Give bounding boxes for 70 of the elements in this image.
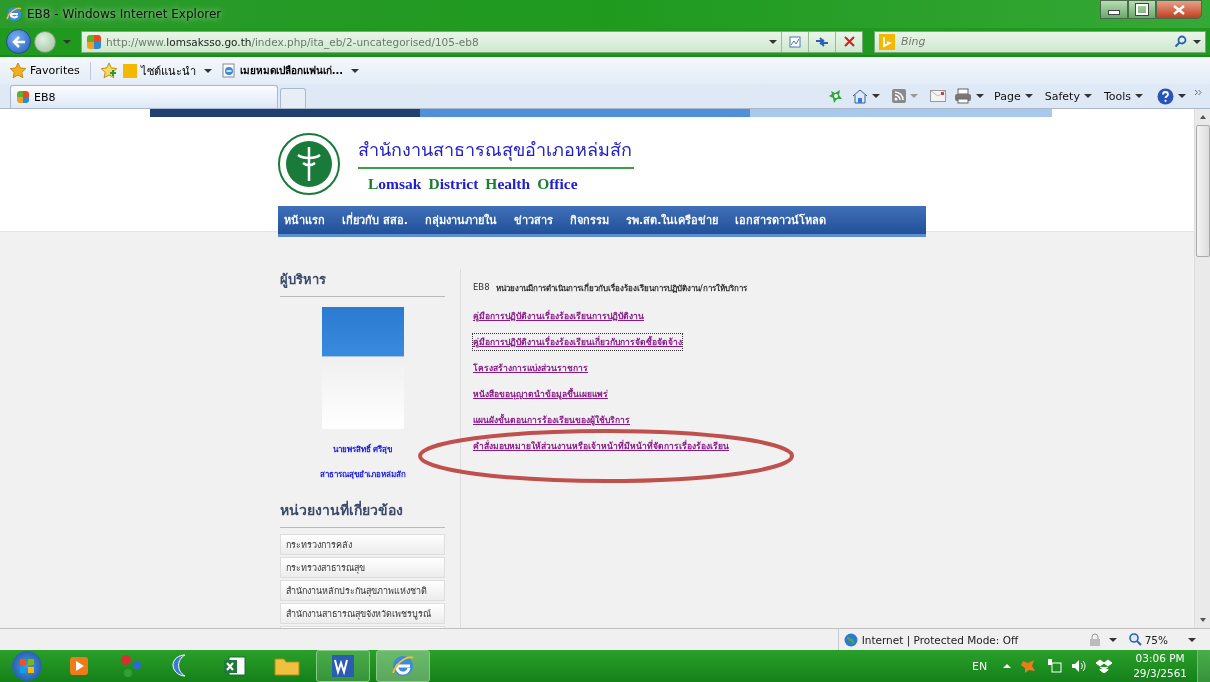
related-link[interactable]: กระทรวงสาธารณสุข <box>280 557 445 578</box>
globe-icon <box>843 632 858 647</box>
sidebar-heading: หน่วยงานที่เกี่ยวข้อง <box>280 499 445 528</box>
nav-link[interactable]: รพ.สต.ในเครือข่าย <box>626 211 719 229</box>
magnifier-icon <box>1128 633 1142 646</box>
document-link[interactable]: คู่มือการปฏิบัติงานเรื่องร้องเรียนการปฏิบัติงาน <box>473 308 644 324</box>
back-button[interactable] <box>6 29 31 54</box>
related-link[interactable]: กระทรวงการคลัง <box>280 534 445 555</box>
browser-tab[interactable]: EB8 <box>10 85 278 108</box>
document-link[interactable]: โครงสร้างการแบ่งส่วนราชการ <box>473 360 588 376</box>
search-icon[interactable] <box>1174 35 1187 48</box>
network-icon[interactable] <box>1046 658 1063 674</box>
star-icon <box>10 63 26 78</box>
close-icon <box>1173 4 1185 15</box>
search-field[interactable]: Bing <box>899 34 1174 49</box>
word-processor-icon[interactable] <box>316 650 370 682</box>
scrollbar[interactable] <box>1194 109 1210 628</box>
minimize-button[interactable] <box>1100 0 1128 19</box>
browser-icon[interactable] <box>376 650 430 682</box>
language-indicator[interactable]: EN <box>971 659 988 673</box>
print-icon[interactable] <box>954 88 973 104</box>
mail-icon[interactable] <box>930 90 947 102</box>
search-box[interactable]: Bing <box>874 30 1206 53</box>
search-provider-icon <box>879 33 895 50</box>
box-icon[interactable] <box>1096 659 1113 673</box>
zoom-button[interactable]: 75% <box>1128 633 1168 646</box>
nav-link[interactable]: ข่าวสาร <box>514 211 553 229</box>
nav-link[interactable]: เอกสารดาวน์โหลด <box>735 211 827 229</box>
feed-icon[interactable] <box>892 89 907 103</box>
nav-link[interactable]: กลุ่มงานภายใน <box>425 211 497 229</box>
section-heading: หน่วยงานมีการดำเนินการเกี่ยวกับเรื่องร้องเรียนการปฏิบัติงาน/การให้บริการ <box>495 282 747 295</box>
address-field[interactable]: http://www.lomsaksso.go.th/index.php/ita_eb/2-uncategorised/105-eb8 <box>81 30 863 53</box>
suggested-sites-button[interactable]: ไซต์แนะนำ <box>122 61 216 80</box>
home-icon[interactable] <box>852 88 869 104</box>
section-code: EB8 <box>473 282 490 294</box>
person-title: สาธารณสุขอำเภอหล่มสัก <box>318 469 407 481</box>
show-hidden-icons-icon[interactable] <box>1003 664 1012 668</box>
speaker-icon[interactable] <box>1071 659 1088 673</box>
document-link[interactable]: แผนผังขั้นตอนการร้องเรียนของผู้ใช้บริการ <box>473 412 630 428</box>
person-name: นายพรสิทธิ์ ศรีสุข <box>331 443 394 456</box>
related-link[interactable]: สำนักงานหลักประกันสุขภาพแห่งชาติ <box>280 580 445 601</box>
shield-icon[interactable] <box>828 88 845 104</box>
arrow-left-icon <box>11 35 26 48</box>
web-slice-button[interactable]: เมยหมดเปลือกแฟนเก่... <box>221 63 364 78</box>
start-button[interactable] <box>12 651 42 681</box>
menu-button[interactable]: Page <box>988 89 1039 103</box>
site-subtitle: Lomsak District Health Office <box>367 175 579 193</box>
site-favicon-icon <box>87 34 101 49</box>
menu-button[interactable]: Tools <box>1097 89 1149 103</box>
add-favorite-icon[interactable] <box>100 63 117 78</box>
ministry-seal-icon <box>278 133 340 195</box>
nav-link[interactable]: หน้าแรก <box>284 211 325 229</box>
nav-link[interactable]: กิจกรรม <box>570 211 609 229</box>
browser-icon <box>6 6 22 22</box>
related-link[interactable]: สำนักงานสาธารณสุขจังหวัดเพชรบูรณ์ <box>280 603 445 624</box>
maximize-button[interactable] <box>1128 0 1156 19</box>
clock[interactable]: 03:06 PM 29/3/2561 <box>1133 651 1187 681</box>
favorites-button[interactable]: Favorites <box>10 63 80 78</box>
document-link[interactable]: คู่มือการปฏิบัติงานเรื่องร้องเรียนเกี่ยวกับการจัดซื้อจัดจ้าง <box>473 334 682 350</box>
page-icon <box>221 63 236 78</box>
caret-icon[interactable] <box>63 39 71 44</box>
close-button[interactable] <box>1156 0 1202 19</box>
chevron-icon[interactable] <box>1194 89 1202 96</box>
window-title: EB8 - Windows Internet Explorer <box>27 7 222 21</box>
nav-link[interactable]: เกี่ยวกับ สสอ. <box>342 211 408 229</box>
menu-button[interactable]: Safety <box>1038 89 1098 103</box>
document-link[interactable]: หนังสือขอนุญาตนำข้อมูลขึ้นเผยแพร่ <box>473 386 608 402</box>
help-icon[interactable] <box>1157 87 1174 105</box>
site-title: สำนักงานสาธารณสุขอำเภอหล่มสัก <box>358 135 634 169</box>
sidebar-heading: ผู้บริหาร <box>280 269 445 297</box>
